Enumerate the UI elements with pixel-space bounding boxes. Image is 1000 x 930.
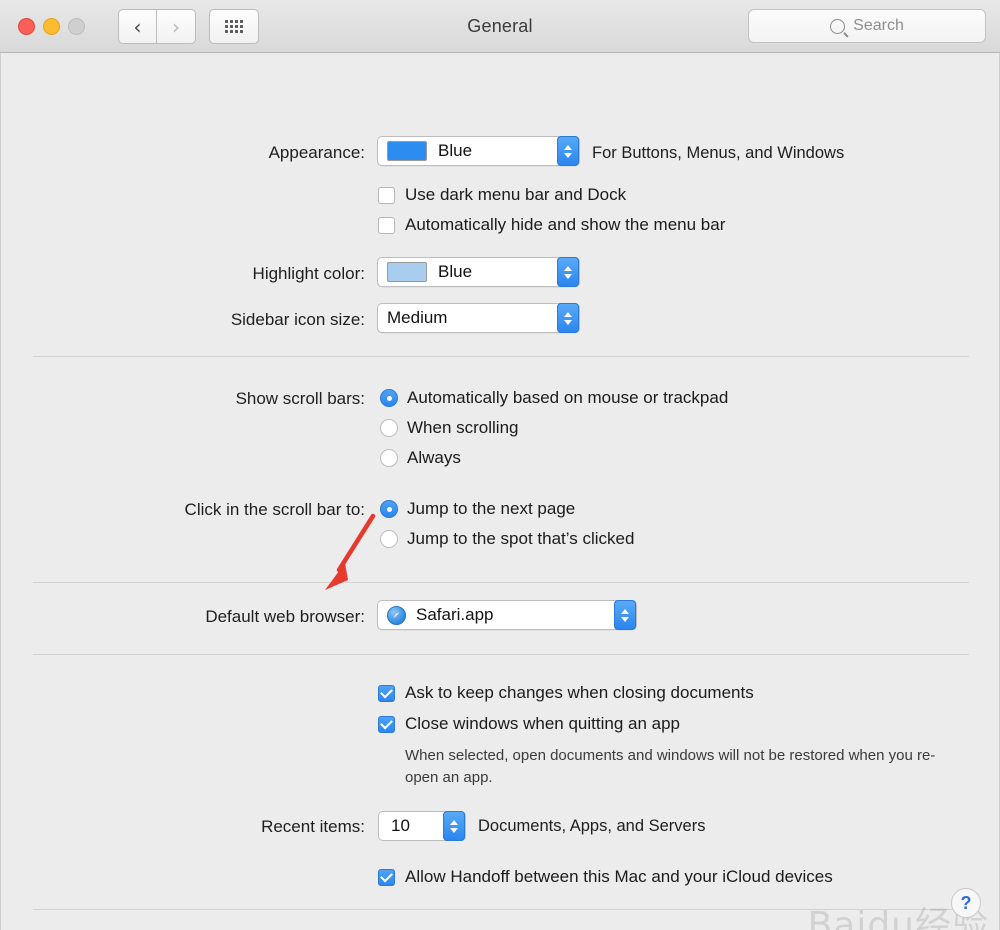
scrollbar-auto-label: Automatically based on mouse or trackpad [407, 388, 729, 407]
scrollbar-when-scrolling-radio[interactable] [380, 419, 398, 437]
click-scroll-spot-clicked-radio[interactable] [380, 530, 398, 548]
scrollbar-option-auto[interactable]: Automatically based on mouse or trackpad [380, 388, 728, 408]
chevron-down-icon [450, 827, 458, 833]
sidebar-icon-size-value: Medium [387, 308, 448, 327]
highlight-color-value: Blue [438, 262, 473, 281]
handoff-row[interactable]: Allow Handoff between this Mac and your … [378, 867, 833, 887]
handoff-checkbox[interactable] [378, 868, 395, 886]
sidebar-icon-size-label: Sidebar icon size: [230, 310, 365, 329]
system-preferences-window: ‹ › General Search Appearance: Blue For … [0, 0, 1000, 930]
appearance-hint: For Buttons, Menus, and Windows [592, 144, 845, 162]
scrollbar-option-when-scrolling[interactable]: When scrolling [380, 418, 519, 438]
search-placeholder: Search [853, 17, 904, 34]
recent-items-stepper-arrows[interactable] [443, 811, 465, 841]
red-arrow-annotation [325, 513, 376, 590]
chevron-up-icon [564, 144, 572, 150]
separator-2 [33, 582, 969, 583]
close-windows-label: Close windows when quitting an app [405, 714, 681, 733]
click-scroll-option-next-page[interactable]: Jump to the next page [380, 499, 575, 519]
close-windows-row[interactable]: Close windows when quitting an app [378, 714, 680, 734]
click-scroll-bar-label: Click in the scroll bar to: [184, 500, 365, 519]
auto-hide-menu-bar-row[interactable]: Automatically hide and show the menu bar [378, 215, 725, 235]
handoff-label: Allow Handoff between this Mac and your … [405, 867, 833, 886]
chevron-down-icon [564, 273, 572, 279]
dark-menu-bar-row[interactable]: Use dark menu bar and Dock [378, 185, 626, 205]
recent-items-value: 10 [391, 816, 410, 835]
help-button[interactable]: ? [951, 888, 981, 918]
scrollbar-auto-radio[interactable] [380, 389, 398, 407]
highlight-color-popup-arrows[interactable] [557, 257, 579, 287]
chevron-down-icon [564, 319, 572, 325]
sidebar-icon-size-popup-arrows[interactable] [557, 303, 579, 333]
chevron-down-icon [564, 152, 572, 158]
help-label: ? [960, 892, 972, 913]
close-windows-checkbox[interactable] [378, 715, 395, 733]
scrollbar-always-label: Always [407, 448, 461, 467]
window-titlebar: ‹ › General Search [0, 0, 1000, 53]
separator-1 [33, 356, 969, 357]
recent-items-trailing: Documents, Apps, and Servers [478, 817, 706, 835]
chevron-up-icon [564, 311, 572, 317]
appearance-popup-arrows[interactable] [557, 136, 579, 166]
appearance-label: Appearance: [268, 143, 365, 162]
scrollbar-always-radio[interactable] [380, 449, 398, 467]
chevron-down-icon [621, 616, 629, 622]
recent-items-stepper[interactable]: 10 [378, 811, 466, 841]
safari-icon [387, 605, 406, 625]
documents-note: When selected, open documents and window… [405, 747, 936, 786]
recent-items-label: Recent items: [261, 817, 365, 836]
appearance-popup[interactable]: Blue [377, 136, 580, 166]
dark-menu-bar-label: Use dark menu bar and Dock [405, 185, 627, 204]
search-icon [830, 18, 846, 34]
preferences-content: Appearance: Blue For Buttons, Menus, and… [0, 53, 1000, 930]
auto-hide-menu-bar-label: Automatically hide and show the menu bar [405, 215, 726, 234]
click-scroll-spot-clicked-label: Jump to the spot that’s clicked [407, 529, 635, 548]
click-scroll-next-page-label: Jump to the next page [407, 499, 576, 518]
chevron-up-icon [564, 265, 572, 271]
auto-hide-menu-bar-checkbox[interactable] [378, 216, 395, 234]
separator-3 [33, 654, 969, 655]
appearance-value: Blue [438, 141, 473, 160]
sidebar-icon-size-popup[interactable]: Medium [377, 303, 580, 333]
dark-menu-bar-checkbox[interactable] [378, 186, 395, 204]
default-web-browser-value: Safari.app [416, 605, 494, 624]
scrollbar-option-always[interactable]: Always [380, 448, 461, 468]
highlight-color-swatch [387, 262, 427, 282]
search-field[interactable]: Search [748, 9, 986, 43]
appearance-color-swatch [387, 141, 427, 161]
highlight-color-label: Highlight color: [252, 264, 365, 283]
ask-keep-changes-label: Ask to keep changes when closing documen… [405, 683, 754, 702]
ask-keep-changes-row[interactable]: Ask to keep changes when closing documen… [378, 683, 754, 703]
show-scroll-bars-label: Show scroll bars: [235, 389, 365, 408]
highlight-color-popup[interactable]: Blue [377, 257, 580, 287]
ask-keep-changes-checkbox[interactable] [378, 684, 395, 702]
default-web-browser-popup[interactable]: Safari.app [377, 600, 637, 630]
scrollbar-when-scrolling-label: When scrolling [407, 418, 519, 437]
chevron-up-icon [621, 608, 629, 614]
click-scroll-next-page-radio[interactable] [380, 500, 398, 518]
default-web-browser-label: Default web browser: [205, 607, 365, 626]
click-scroll-option-spot-clicked[interactable]: Jump to the spot that’s clicked [380, 529, 634, 549]
default-web-browser-popup-arrows[interactable] [614, 600, 636, 630]
chevron-up-icon [450, 819, 458, 825]
